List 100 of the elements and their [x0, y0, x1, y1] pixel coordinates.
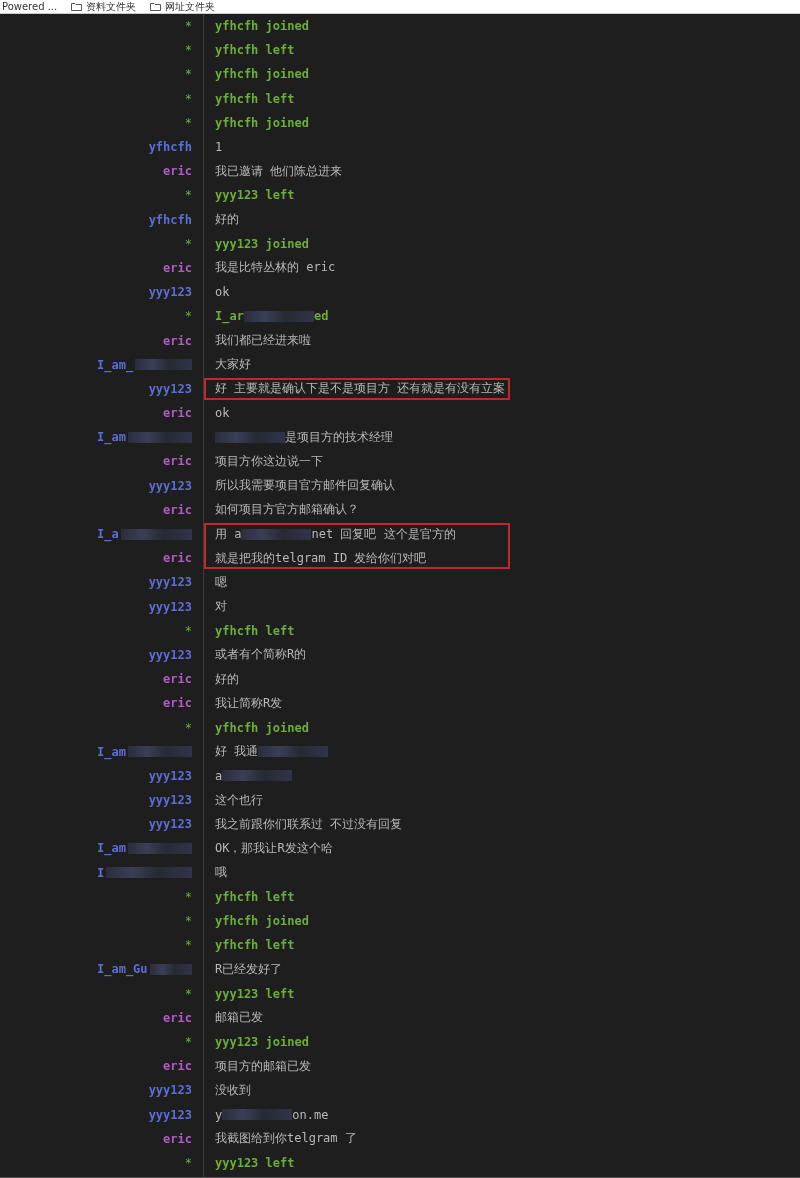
message-text: 我们都已经进来啦: [215, 332, 311, 350]
message-text: 大家好: [215, 356, 251, 374]
nickname: yyy123: [148, 285, 192, 300]
event-marker: *: [184, 236, 192, 251]
event-text: yfhcfh joined: [215, 914, 309, 929]
message-text: 没收到: [215, 1081, 251, 1099]
nickname: I_am: [97, 841, 126, 856]
message-text: 我让简称R发: [215, 694, 283, 712]
message-text: 如何项目方官方邮箱确认？: [215, 501, 359, 519]
message-text: 我是比特丛林的 eric: [215, 259, 336, 277]
message-text: ok: [215, 285, 230, 300]
event-text: yfhcfh joined: [215, 115, 309, 130]
nickname: eric: [163, 1010, 192, 1025]
nickname: eric: [163, 333, 192, 348]
nickname: I_a: [97, 527, 119, 542]
message-text: 好的: [215, 670, 239, 688]
nickname: I_am_: [97, 357, 134, 372]
message-text: ok: [215, 406, 230, 421]
nickname: eric: [163, 260, 192, 275]
nickname: eric: [163, 502, 192, 517]
bookmark-folder[interactable]: 资料文件夹: [71, 0, 137, 13]
nickname: eric: [163, 551, 192, 566]
event-marker: *: [184, 115, 192, 130]
event-text: yfhcfh left: [215, 938, 295, 953]
folder-icon: [150, 2, 162, 11]
event-text: yyy123 left: [215, 986, 295, 1001]
message-text: 对: [215, 598, 227, 616]
nickname: yyy123: [148, 599, 192, 614]
event-text: yyy123 left: [215, 1155, 295, 1170]
event-marker: *: [184, 986, 192, 1001]
message-text: a: [215, 768, 223, 783]
event-text: yfhcfh left: [215, 91, 295, 106]
redaction-block: [241, 528, 312, 540]
event-marker: *: [184, 188, 192, 203]
nickname: yfhcfh: [148, 212, 192, 227]
message-text: 我已邀请 他们陈总进来: [215, 162, 343, 180]
message-text: net 回复吧 这个是官方的: [311, 525, 456, 543]
nickname: I_am: [97, 430, 126, 445]
nickname: yyy123: [148, 1107, 192, 1122]
message-text: 哦: [215, 864, 227, 882]
nickname: I_am: [97, 744, 126, 759]
nickname: eric: [163, 696, 192, 711]
event-marker: *: [184, 938, 192, 953]
message-text: 好的: [215, 211, 239, 229]
redaction-block: [243, 310, 314, 322]
nickname: eric: [163, 1131, 192, 1146]
event-marker: *: [184, 309, 192, 324]
folder-icon: [71, 2, 83, 11]
event-text: yfhcfh left: [215, 43, 295, 58]
event-marker: *: [184, 720, 192, 735]
nickname: eric: [163, 672, 192, 687]
message-text: 1: [215, 140, 223, 155]
event-marker: *: [184, 1155, 192, 1170]
message-text: 所以我需要项目官方邮件回复确认: [215, 477, 395, 495]
nickname: eric: [163, 1059, 192, 1074]
message-text: 项目方的邮箱已发: [215, 1057, 311, 1075]
nickname: yyy123: [148, 381, 192, 396]
message-text: OK，那我让R发这个哈: [215, 839, 333, 857]
event-marker: *: [184, 43, 192, 58]
event-text: yfhcfh joined: [215, 720, 309, 735]
nickname: yyy123: [148, 1083, 192, 1098]
event-marker: *: [184, 67, 192, 82]
event-text: yfhcfh joined: [215, 67, 309, 82]
redaction-block: [215, 431, 285, 443]
event-text: ed: [313, 309, 329, 324]
event-text: yfhcfh left: [215, 889, 295, 904]
message-text: 用 a: [215, 525, 242, 543]
event-text: yyy123 left: [215, 188, 295, 203]
message-text: R已经发好了: [215, 960, 283, 978]
message-text: 嗯: [215, 573, 227, 591]
message-text: 或者有个简称R的: [215, 646, 307, 664]
message-text: 邮箱已发: [215, 1009, 263, 1027]
event-text: I_ar: [215, 309, 244, 324]
nickname: yyy123: [148, 575, 192, 590]
message-text: 这个也行: [215, 791, 263, 809]
nickname: yyy123: [148, 647, 192, 662]
event-marker: *: [184, 91, 192, 106]
event-text: yfhcfh left: [215, 623, 295, 638]
nickname: eric: [163, 454, 192, 469]
nickname: yyy123: [148, 793, 192, 808]
redaction-block: [222, 1109, 293, 1121]
nickname: yfhcfh: [148, 140, 192, 155]
event-text: yfhcfh joined: [215, 19, 309, 34]
event-marker: *: [184, 889, 192, 904]
message-text: on.me: [292, 1107, 329, 1122]
bookmark-folder[interactable]: 网址文件夹: [150, 0, 216, 13]
message-text: 是项目方的技术经理: [285, 428, 393, 446]
message-text: 就是把我的telgram ID 发给你们对吧: [215, 549, 427, 567]
nickname: yyy123: [148, 768, 192, 783]
message-text: 好 我通: [215, 743, 259, 761]
event-marker: *: [184, 1034, 192, 1049]
bookmark-link[interactable]: Powered ...: [2, 0, 58, 13]
nickname: eric: [163, 406, 192, 421]
nickname: I_am_Gu: [97, 962, 148, 977]
redaction-block: [222, 770, 293, 782]
event-text: yyy123 joined: [215, 236, 309, 251]
redaction-block: [258, 746, 329, 758]
nickname: eric: [163, 164, 192, 179]
event-text: yyy123 joined: [215, 1034, 309, 1049]
message-text: 我截图给到你telgram 了: [215, 1130, 357, 1148]
